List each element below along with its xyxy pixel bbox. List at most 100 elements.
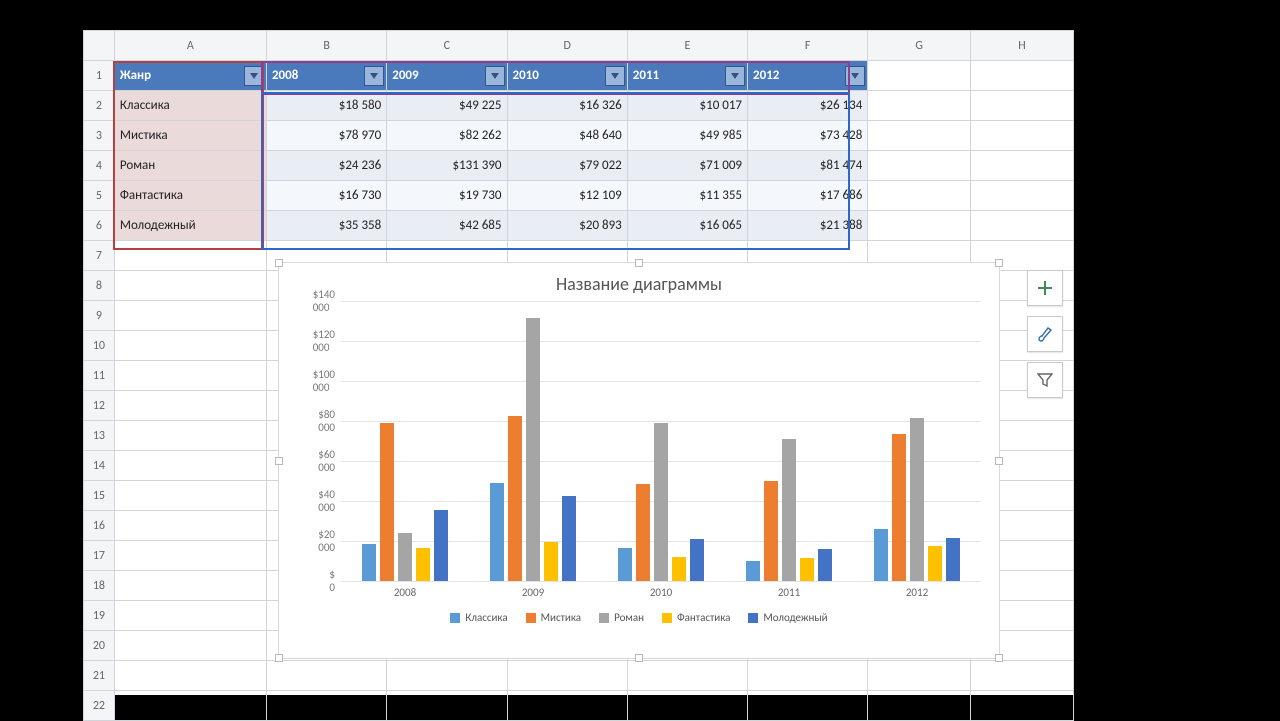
legend-item[interactable]: Молодежный — [748, 611, 827, 624]
cell[interactable] — [114, 451, 266, 481]
col-header-B[interactable]: B — [266, 31, 386, 61]
cell[interactable] — [971, 121, 1074, 151]
bar[interactable] — [618, 548, 632, 581]
table-header-2011[interactable]: 2011 — [627, 61, 747, 91]
table-header-2010[interactable]: 2010 — [507, 61, 627, 91]
bar[interactable] — [746, 561, 760, 581]
row-header-16[interactable]: 16 — [84, 511, 115, 541]
cell[interactable] — [114, 331, 266, 361]
cell[interactable] — [627, 661, 747, 691]
cell[interactable] — [868, 121, 971, 151]
cell[interactable] — [114, 541, 266, 571]
row-header-15[interactable]: 15 — [84, 481, 115, 511]
cell[interactable] — [971, 91, 1074, 121]
table-header-genre[interactable]: Жанр — [114, 61, 266, 91]
bar[interactable] — [818, 549, 832, 581]
cell[interactable] — [387, 661, 507, 691]
legend-item[interactable]: Мистика — [526, 611, 581, 624]
row-header-3[interactable]: 3 — [84, 121, 115, 151]
cell[interactable] — [971, 661, 1074, 691]
cell-genre[interactable]: Роман — [114, 151, 266, 181]
row-header-5[interactable]: 5 — [84, 181, 115, 211]
chart-filters-button[interactable] — [1027, 362, 1063, 398]
bar[interactable] — [508, 416, 522, 581]
cell[interactable] — [868, 211, 971, 241]
filter-button[interactable] — [725, 66, 745, 86]
row-header-4[interactable]: 4 — [84, 151, 115, 181]
cell-value[interactable]: $35 358 — [266, 211, 386, 241]
cell[interactable] — [868, 661, 971, 691]
cell-value[interactable]: $73 428 — [748, 121, 868, 151]
cell[interactable] — [971, 61, 1074, 91]
bar[interactable] — [946, 538, 960, 581]
cell-value[interactable]: $49 985 — [627, 121, 747, 151]
cell-value[interactable]: $79 022 — [507, 151, 627, 181]
row-header-12[interactable]: 12 — [84, 391, 115, 421]
row-header-13[interactable]: 13 — [84, 421, 115, 451]
cell-value[interactable]: $49 225 — [387, 91, 507, 121]
cell[interactable] — [114, 511, 266, 541]
table-header-2009[interactable]: 2009 — [387, 61, 507, 91]
cell-value[interactable]: $11 355 — [627, 181, 747, 211]
cell[interactable] — [868, 91, 971, 121]
row-header-8[interactable]: 8 — [84, 271, 115, 301]
bar[interactable] — [526, 318, 540, 581]
bar[interactable] — [690, 539, 704, 581]
bar[interactable] — [544, 542, 558, 581]
row-header-11[interactable]: 11 — [84, 361, 115, 391]
cell-value[interactable]: $82 262 — [387, 121, 507, 151]
cell-value[interactable]: $131 390 — [387, 151, 507, 181]
col-header-G[interactable]: G — [868, 31, 971, 61]
bar[interactable] — [800, 558, 814, 581]
cell[interactable] — [868, 691, 971, 721]
bar[interactable] — [434, 510, 448, 581]
legend-item[interactable]: Фантастика — [662, 611, 730, 624]
bar[interactable] — [764, 481, 778, 581]
row-header-14[interactable]: 14 — [84, 451, 115, 481]
cell-value[interactable]: $16 730 — [266, 181, 386, 211]
cell[interactable] — [114, 691, 266, 721]
cell[interactable] — [868, 151, 971, 181]
col-header-A[interactable]: A — [114, 31, 266, 61]
cell-value[interactable]: $26 134 — [748, 91, 868, 121]
chart-object[interactable]: Название диаграммы $ 0$20 000$40 000$60 … — [278, 262, 1000, 659]
bar[interactable] — [416, 548, 430, 581]
table-header-2012[interactable]: 2012 — [748, 61, 868, 91]
select-all-corner[interactable] — [84, 31, 115, 61]
bar[interactable] — [654, 423, 668, 581]
cell-value[interactable]: $10 017 — [627, 91, 747, 121]
col-header-H[interactable]: H — [971, 31, 1074, 61]
cell[interactable] — [868, 181, 971, 211]
table-header-2008[interactable]: 2008 — [266, 61, 386, 91]
cell[interactable] — [266, 691, 386, 721]
cell[interactable] — [748, 661, 868, 691]
chart-elements-button[interactable] — [1027, 270, 1063, 306]
cell-value[interactable]: $12 109 — [507, 181, 627, 211]
row-header-10[interactable]: 10 — [84, 331, 115, 361]
worksheet-area[interactable]: A B C D E F G H 1 Жанр 2008 2009 2010 20… — [83, 30, 1074, 695]
cell-value[interactable]: $21 388 — [748, 211, 868, 241]
filter-button[interactable] — [845, 66, 865, 86]
row-header-7[interactable]: 7 — [84, 241, 115, 271]
col-header-F[interactable]: F — [748, 31, 868, 61]
cell[interactable] — [387, 691, 507, 721]
cell-value[interactable]: $42 685 — [387, 211, 507, 241]
cell-value[interactable]: $17 686 — [748, 181, 868, 211]
bar[interactable] — [562, 496, 576, 581]
filter-button[interactable] — [605, 66, 625, 86]
chart-legend[interactable]: КлассикаМистикаРоманФантастикаМолодежный — [279, 611, 999, 624]
cell[interactable] — [114, 271, 266, 301]
cell[interactable] — [627, 691, 747, 721]
row-header-19[interactable]: 19 — [84, 601, 115, 631]
cell[interactable] — [114, 631, 266, 661]
col-header-D[interactable]: D — [507, 31, 627, 61]
cell-genre[interactable]: Фантастика — [114, 181, 266, 211]
cell[interactable] — [114, 391, 266, 421]
row-header-6[interactable]: 6 — [84, 211, 115, 241]
bar[interactable] — [874, 529, 888, 581]
row-header-21[interactable]: 21 — [84, 661, 115, 691]
cell[interactable] — [971, 151, 1074, 181]
col-header-C[interactable]: C — [387, 31, 507, 61]
bar[interactable] — [892, 434, 906, 581]
row-header-9[interactable]: 9 — [84, 301, 115, 331]
